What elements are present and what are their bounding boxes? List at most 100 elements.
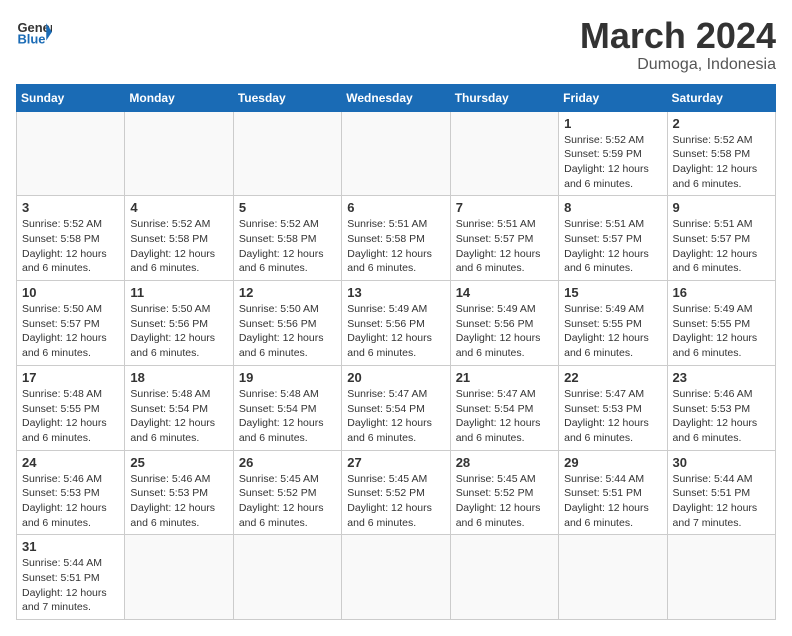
logo: General Blue xyxy=(16,16,52,52)
calendar-cell: 22Sunrise: 5:47 AMSunset: 5:53 PMDayligh… xyxy=(559,365,667,450)
calendar-week-row: 31 Sunrise: 5:44 AMSunset: 5:51 PMDayligh… xyxy=(17,535,776,620)
day-number: 30 xyxy=(673,455,770,470)
day-info: Sunrise: 5:51 AMSunset: 5:58 PMDaylight:… xyxy=(347,217,444,276)
calendar-cell: 30Sunrise: 5:44 AMSunset: 5:51 PMDayligh… xyxy=(667,450,775,535)
calendar-cell xyxy=(667,535,775,620)
day-number: 15 xyxy=(564,285,661,300)
day-number: 1 xyxy=(564,116,661,131)
day-number: 31 xyxy=(22,539,119,554)
calendar-cell: 10 Sunrise: 5:50 AMSunset: 5:57 PMDayligh… xyxy=(17,281,125,366)
day-info: Sunrise: 5:49 AMSunset: 5:56 PMDaylight:… xyxy=(456,302,553,361)
day-number: 29 xyxy=(564,455,661,470)
calendar-cell: 1 Sunrise: 5:52 AMSunset: 5:59 PMDaylight… xyxy=(559,111,667,196)
calendar-cell: 18 Sunrise: 5:48 AMSunset: 5:54 PMDayligh… xyxy=(125,365,233,450)
calendar-cell: 5 Sunrise: 5:52 AMSunset: 5:58 PMDaylight… xyxy=(233,196,341,281)
calendar-cell xyxy=(342,535,450,620)
calendar-cell: 21 Sunrise: 5:47 AMSunset: 5:54 PMDayligh… xyxy=(450,365,558,450)
calendar-cell xyxy=(450,111,558,196)
day-info: Sunrise: 5:46 AMSunset: 5:53 PMDaylight:… xyxy=(130,472,227,531)
day-number: 20 xyxy=(347,370,444,385)
weekday-header-thursday: Thursday xyxy=(450,84,558,111)
day-info: Sunrise: 5:52 AMSunset: 5:58 PMDaylight:… xyxy=(673,133,770,192)
calendar-cell xyxy=(233,111,341,196)
day-info: Sunrise: 5:44 AMSunset: 5:51 PMDaylight:… xyxy=(22,556,119,615)
day-number: 4 xyxy=(130,200,227,215)
calendar-cell: 7Sunrise: 5:51 AMSunset: 5:57 PMDaylight… xyxy=(450,196,558,281)
title-area: March 2024 Dumoga, Indonesia xyxy=(580,16,776,74)
calendar-cell xyxy=(342,111,450,196)
day-info: Sunrise: 5:51 AMSunset: 5:57 PMDaylight:… xyxy=(456,217,553,276)
calendar-cell xyxy=(450,535,558,620)
day-number: 6 xyxy=(347,200,444,215)
day-number: 9 xyxy=(673,200,770,215)
day-number: 21 xyxy=(456,370,553,385)
day-number: 5 xyxy=(239,200,336,215)
day-info: Sunrise: 5:45 AMSunset: 5:52 PMDaylight:… xyxy=(347,472,444,531)
day-info: Sunrise: 5:52 AMSunset: 5:59 PMDaylight:… xyxy=(564,133,661,192)
day-number: 11 xyxy=(130,285,227,300)
day-info: Sunrise: 5:48 AMSunset: 5:54 PMDaylight:… xyxy=(239,387,336,446)
calendar-cell xyxy=(125,535,233,620)
location-title: Dumoga, Indonesia xyxy=(580,56,776,74)
calendar-week-row: 1 Sunrise: 5:52 AMSunset: 5:59 PMDaylight… xyxy=(17,111,776,196)
day-info: Sunrise: 5:52 AMSunset: 5:58 PMDaylight:… xyxy=(239,217,336,276)
calendar-cell: 3 Sunrise: 5:52 AMSunset: 5:58 PMDaylight… xyxy=(17,196,125,281)
calendar-cell: 17Sunrise: 5:48 AMSunset: 5:55 PMDayligh… xyxy=(17,365,125,450)
weekday-header-row: SundayMondayTuesdayWednesdayThursdayFrid… xyxy=(17,84,776,111)
logo-icon: General Blue xyxy=(16,16,52,52)
day-info: Sunrise: 5:50 AMSunset: 5:57 PMDaylight:… xyxy=(22,302,119,361)
day-info: Sunrise: 5:49 AMSunset: 5:55 PMDaylight:… xyxy=(564,302,661,361)
day-info: Sunrise: 5:49 AMSunset: 5:56 PMDaylight:… xyxy=(347,302,444,361)
calendar-cell: 2 Sunrise: 5:52 AMSunset: 5:58 PMDaylight… xyxy=(667,111,775,196)
day-number: 2 xyxy=(673,116,770,131)
calendar-cell: 13 Sunrise: 5:49 AMSunset: 5:56 PMDayligh… xyxy=(342,281,450,366)
calendar-cell: 25 Sunrise: 5:46 AMSunset: 5:53 PMDayligh… xyxy=(125,450,233,535)
day-info: Sunrise: 5:47 AMSunset: 5:54 PMDaylight:… xyxy=(456,387,553,446)
day-info: Sunrise: 5:47 AMSunset: 5:53 PMDaylight:… xyxy=(564,387,661,446)
calendar-cell: 23Sunrise: 5:46 AMSunset: 5:53 PMDayligh… xyxy=(667,365,775,450)
calendar-cell: 14 Sunrise: 5:49 AMSunset: 5:56 PMDayligh… xyxy=(450,281,558,366)
day-info: Sunrise: 5:45 AMSunset: 5:52 PMDaylight:… xyxy=(456,472,553,531)
weekday-header-wednesday: Wednesday xyxy=(342,84,450,111)
calendar-week-row: 24 Sunrise: 5:46 AMSunset: 5:53 PMDayligh… xyxy=(17,450,776,535)
calendar-cell: 11 Sunrise: 5:50 AMSunset: 5:56 PMDayligh… xyxy=(125,281,233,366)
day-info: Sunrise: 5:49 AMSunset: 5:55 PMDaylight:… xyxy=(673,302,770,361)
day-number: 26 xyxy=(239,455,336,470)
day-info: Sunrise: 5:50 AMSunset: 5:56 PMDaylight:… xyxy=(130,302,227,361)
calendar-cell: 27Sunrise: 5:45 AMSunset: 5:52 PMDayligh… xyxy=(342,450,450,535)
calendar-cell: 28 Sunrise: 5:45 AMSunset: 5:52 PMDayligh… xyxy=(450,450,558,535)
day-number: 10 xyxy=(22,285,119,300)
day-info: Sunrise: 5:51 AMSunset: 5:57 PMDaylight:… xyxy=(673,217,770,276)
calendar-cell xyxy=(17,111,125,196)
day-number: 18 xyxy=(130,370,227,385)
calendar-cell: 31 Sunrise: 5:44 AMSunset: 5:51 PMDayligh… xyxy=(17,535,125,620)
day-number: 28 xyxy=(456,455,553,470)
day-info: Sunrise: 5:52 AMSunset: 5:58 PMDaylight:… xyxy=(22,217,119,276)
calendar-cell xyxy=(233,535,341,620)
day-number: 3 xyxy=(22,200,119,215)
day-number: 24 xyxy=(22,455,119,470)
day-info: Sunrise: 5:52 AMSunset: 5:58 PMDaylight:… xyxy=(130,217,227,276)
calendar-cell: 20Sunrise: 5:47 AMSunset: 5:54 PMDayligh… xyxy=(342,365,450,450)
calendar-cell: 4 Sunrise: 5:52 AMSunset: 5:58 PMDaylight… xyxy=(125,196,233,281)
day-number: 13 xyxy=(347,285,444,300)
day-info: Sunrise: 5:48 AMSunset: 5:54 PMDaylight:… xyxy=(130,387,227,446)
day-number: 14 xyxy=(456,285,553,300)
calendar-week-row: 10 Sunrise: 5:50 AMSunset: 5:57 PMDayligh… xyxy=(17,281,776,366)
calendar-cell: 24Sunrise: 5:46 AMSunset: 5:53 PMDayligh… xyxy=(17,450,125,535)
weekday-header-tuesday: Tuesday xyxy=(233,84,341,111)
day-info: Sunrise: 5:44 AMSunset: 5:51 PMDaylight:… xyxy=(564,472,661,531)
calendar-week-row: 3 Sunrise: 5:52 AMSunset: 5:58 PMDaylight… xyxy=(17,196,776,281)
day-info: Sunrise: 5:51 AMSunset: 5:57 PMDaylight:… xyxy=(564,217,661,276)
calendar-cell: 9 Sunrise: 5:51 AMSunset: 5:57 PMDaylight… xyxy=(667,196,775,281)
day-info: Sunrise: 5:50 AMSunset: 5:56 PMDaylight:… xyxy=(239,302,336,361)
weekday-header-monday: Monday xyxy=(125,84,233,111)
calendar-cell xyxy=(559,535,667,620)
page-header: General Blue March 2024 Dumoga, Indonesi… xyxy=(16,16,776,74)
calendar-cell: 12Sunrise: 5:50 AMSunset: 5:56 PMDayligh… xyxy=(233,281,341,366)
weekday-header-sunday: Sunday xyxy=(17,84,125,111)
weekday-header-friday: Friday xyxy=(559,84,667,111)
day-info: Sunrise: 5:45 AMSunset: 5:52 PMDaylight:… xyxy=(239,472,336,531)
day-number: 25 xyxy=(130,455,227,470)
calendar-table: SundayMondayTuesdayWednesdayThursdayFrid… xyxy=(16,84,776,621)
